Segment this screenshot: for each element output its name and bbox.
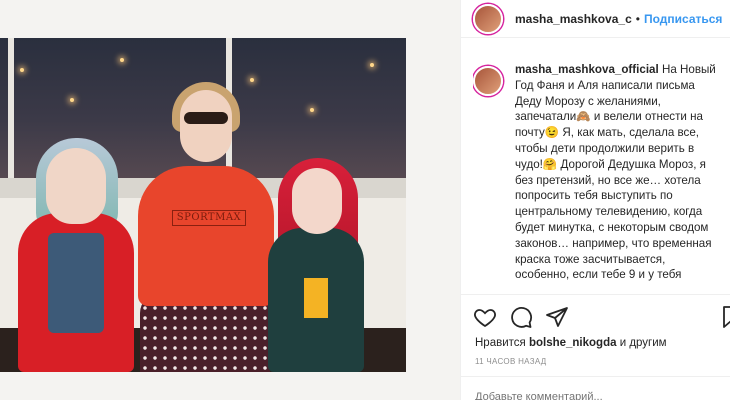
photo-light [120, 58, 124, 62]
post-header: masha_mashkova_c • Подписаться [461, 0, 730, 38]
photo-light [20, 68, 24, 72]
left-child-face [46, 148, 106, 224]
photo-light [70, 98, 74, 102]
window-frame [8, 38, 14, 188]
likes-summary: Нравится bolshe_nikogda и другим [475, 337, 667, 349]
comment-input[interactable] [475, 391, 655, 400]
author-avatar[interactable] [473, 3, 503, 34]
post-side-panel: masha_mashkova_c • Подписаться masha_mas… [460, 0, 730, 400]
post-photo-area: SPORTMAX [0, 0, 460, 400]
bookmark-icon[interactable] [719, 305, 730, 329]
woman-sweater [138, 166, 274, 306]
author-username[interactable]: masha_mashkova_c [515, 12, 632, 26]
caption-text: На Новый Год Фаня и Аля написали письма … [515, 63, 716, 282]
caption-body: masha_mashkova_official На Новый Год Фан… [515, 62, 720, 292]
likes-user[interactable]: bolshe_nikogda [529, 337, 617, 349]
caption-avatar[interactable] [473, 66, 503, 96]
post-timestamp[interactable]: 11 часов назад [475, 357, 546, 366]
photo-light [250, 78, 254, 82]
comment-bar [461, 376, 730, 400]
post-caption: masha_mashkova_official На Новый Год Фан… [473, 62, 730, 292]
caption-username[interactable]: masha_mashkova_official [515, 63, 659, 76]
share-icon[interactable] [545, 305, 569, 329]
woman-face [180, 90, 232, 162]
right-child-shirt [304, 278, 328, 318]
likes-prefix: Нравится [475, 337, 526, 349]
heart-icon[interactable] [473, 305, 497, 329]
sweater-print: SPORTMAX [172, 210, 246, 226]
sunglasses [184, 112, 228, 124]
photo-light [370, 63, 374, 67]
follow-button[interactable]: Подписаться [644, 12, 722, 26]
post-actions [461, 294, 730, 338]
right-child-face [292, 168, 342, 234]
header-separator: • [635, 11, 640, 26]
comment-icon[interactable] [509, 305, 533, 329]
photo-light [310, 108, 314, 112]
post-photo[interactable]: SPORTMAX [0, 38, 406, 372]
likes-suffix[interactable]: и другим [620, 337, 667, 349]
left-child-overalls [48, 233, 104, 333]
